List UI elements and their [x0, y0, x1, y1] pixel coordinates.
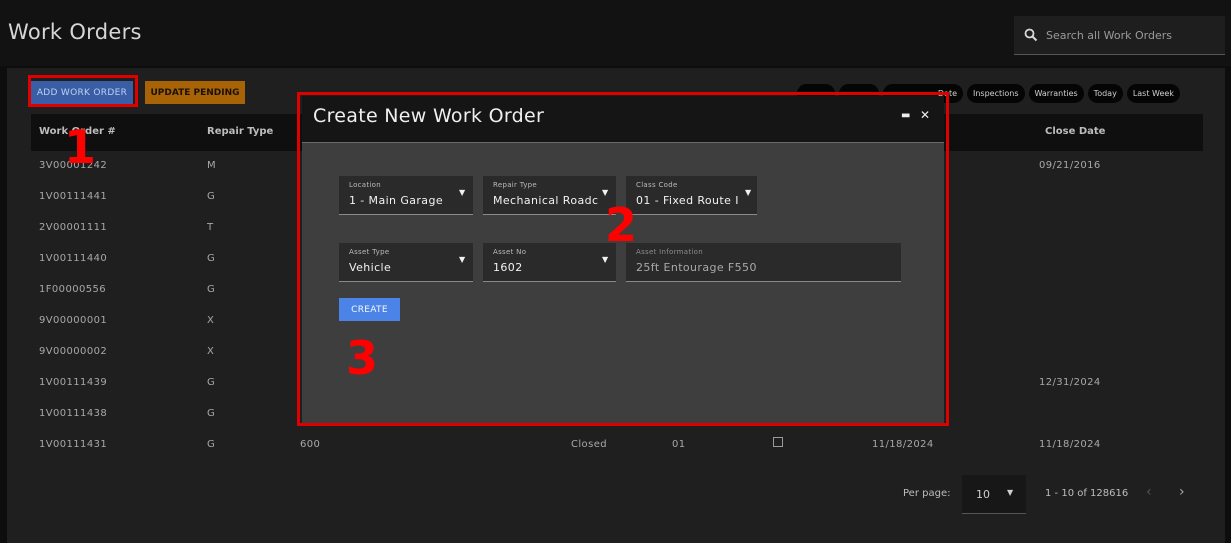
cell-status: Closed: [571, 439, 607, 450]
annotation-step-1: 1: [64, 120, 97, 174]
cell-type: X: [207, 346, 215, 357]
filter-chip-today[interactable]: Today: [1087, 84, 1123, 103]
cell-type: G: [207, 253, 216, 264]
cell-wo: 1V00111439: [39, 377, 108, 388]
search-input[interactable]: [1046, 28, 1206, 42]
chevron-left-icon[interactable]: ‹: [1146, 484, 1152, 500]
cell-location: 600: [300, 439, 321, 450]
cell-close: 12/31/2024: [1039, 377, 1101, 388]
page-title: Work Orders: [8, 20, 142, 44]
cell-wo: 9V00000002: [39, 346, 108, 357]
cell-wo: 1V00111438: [39, 408, 108, 419]
column-header-repair-type[interactable]: Repair Type: [207, 126, 273, 137]
cell-type: G: [207, 377, 216, 388]
cell-wo: 1V00111441: [39, 191, 108, 202]
table-row[interactable]: 1V00111431 G 600 Closed 01 11/18/2024 11/18/20…: [31, 430, 1203, 461]
cell-class: 01: [672, 439, 686, 450]
cell-close: 11/18/2024: [1039, 439, 1101, 450]
pagination-range: 1 - 10 of 128616: [1045, 488, 1129, 499]
row-checkbox[interactable]: [773, 437, 783, 447]
cell-wo: 1V00111440: [39, 253, 108, 264]
cell-open: 11/18/2024: [872, 439, 934, 450]
column-header-close-date[interactable]: Close Date: [1045, 126, 1105, 137]
filter-chip-last-week[interactable]: Last Week: [1126, 84, 1180, 103]
annotation-box-add: [28, 75, 138, 107]
cell-wo: 1F00000556: [39, 284, 107, 295]
cell-wo: 9V00000001: [39, 315, 108, 326]
cell-type: G: [207, 284, 216, 295]
top-bar: Work Orders: [0, 0, 1231, 66]
per-page-value: 10: [976, 487, 990, 501]
cell-wo: 2V00001111: [39, 222, 108, 233]
search-icon: [1024, 28, 1038, 42]
chevron-right-icon[interactable]: ›: [1179, 484, 1185, 500]
cell-type: M: [207, 160, 217, 171]
cell-type: T: [207, 222, 214, 233]
cell-type: G: [207, 191, 216, 202]
update-pending-button[interactable]: UPDATE PENDING: [145, 81, 245, 104]
annotation-step-3: 3: [346, 331, 379, 385]
annotation-step-2: 2: [605, 198, 638, 252]
filter-chip-inspections[interactable]: Inspections: [967, 84, 1025, 103]
per-page-select[interactable]: 10 ▼: [962, 475, 1026, 514]
cell-close: 09/21/2016: [1039, 160, 1101, 171]
cell-wo: 1V00111431: [39, 439, 108, 450]
per-page-label: Per page:: [903, 488, 951, 499]
search-box[interactable]: [1014, 16, 1225, 55]
cell-type: G: [207, 439, 216, 450]
cell-type: G: [207, 408, 216, 419]
caret-down-icon: ▼: [1007, 488, 1014, 497]
cell-type: X: [207, 315, 215, 326]
filter-chip-warranties[interactable]: Warranties: [1028, 84, 1084, 103]
annotation-box-dialog: [297, 92, 949, 426]
